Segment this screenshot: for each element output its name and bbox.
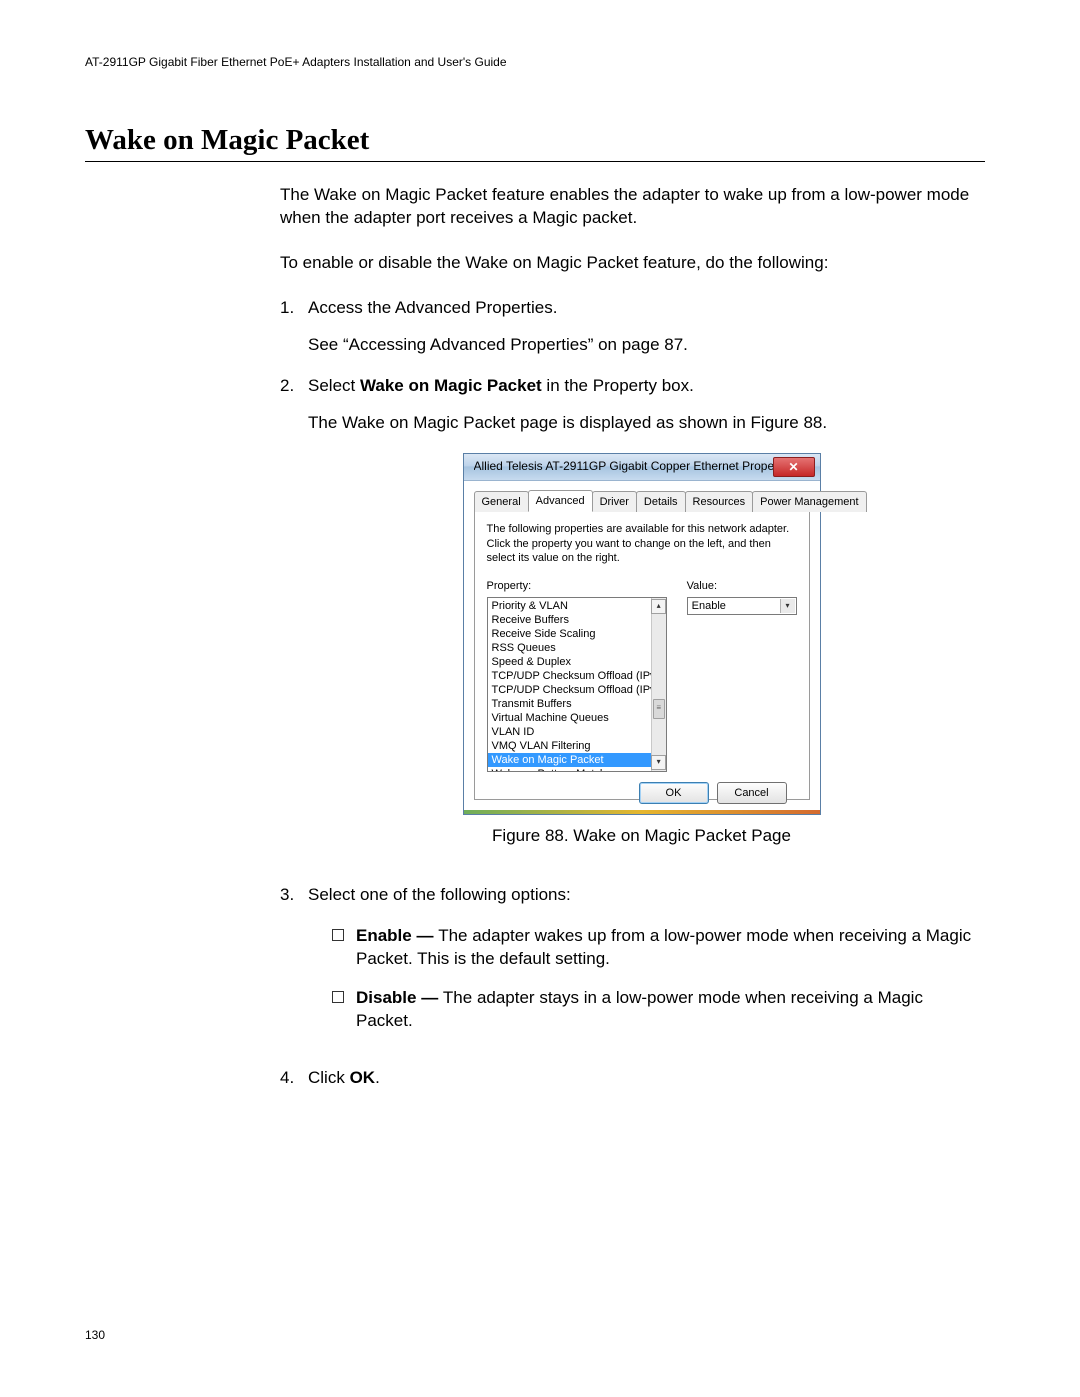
property-item[interactable]: TCP/UDP Checksum Offload (IPv6	[488, 683, 666, 697]
dialog-tabs: General Advanced Driver Details Resource…	[474, 489, 810, 513]
body: The Wake on Magic Packet feature enables…	[280, 184, 975, 1090]
value-label: Value:	[687, 579, 797, 594]
step-4-line-a: Click OK.	[308, 1067, 975, 1090]
property-item[interactable]: RSS Queues	[488, 641, 666, 655]
steps-list: 1. Access the Advanced Properties. See “…	[280, 297, 975, 1090]
property-label: Property:	[487, 579, 667, 594]
step-3: 3. Select one of the following options: …	[280, 884, 975, 1049]
property-item[interactable]: Transmit Buffers	[488, 697, 666, 711]
step-number: 2.	[280, 375, 308, 867]
properties-dialog: Allied Telesis AT-2911GP Gigabit Copper …	[463, 453, 821, 816]
value-selected: Enable	[692, 599, 726, 614]
step-1: 1. Access the Advanced Properties. See “…	[280, 297, 975, 357]
step-number: 1.	[280, 297, 308, 357]
property-item[interactable]: Speed & Duplex	[488, 655, 666, 669]
scroll-up-icon[interactable]: ▴	[651, 599, 666, 614]
value-select[interactable]: Enable ▾	[687, 597, 797, 615]
dialog-accent-strip	[464, 810, 820, 814]
step-2-line-a: Select Wake on Magic Packet in the Prope…	[308, 375, 975, 398]
option-disable: Disable — The adapter stays in a low-pow…	[332, 987, 975, 1033]
property-item[interactable]: Receive Side Scaling	[488, 627, 666, 641]
listbox-scrollbar[interactable]: ▴ ≡ ▾	[651, 598, 666, 771]
dialog-title: Allied Telesis AT-2911GP Gigabit Copper …	[474, 458, 773, 474]
figure-caption: Figure 88. Wake on Magic Packet Page	[308, 825, 975, 848]
dialog-description: The following properties are available f…	[487, 522, 797, 565]
intro-p1: The Wake on Magic Packet feature enables…	[280, 184, 975, 230]
scroll-down-icon[interactable]: ▾	[651, 755, 666, 770]
option-enable: Enable — The adapter wakes up from a low…	[332, 925, 975, 971]
tab-general[interactable]: General	[474, 491, 529, 513]
step-3-line-a: Select one of the following options:	[308, 884, 975, 907]
property-item[interactable]: VMQ VLAN Filtering	[488, 739, 666, 753]
cancel-button[interactable]: Cancel	[717, 782, 787, 804]
tab-details[interactable]: Details	[636, 491, 686, 513]
step-number: 3.	[280, 884, 308, 1049]
property-item[interactable]: Priority & VLAN	[488, 599, 666, 613]
step-1-line-a: Access the Advanced Properties.	[308, 297, 975, 320]
ok-button[interactable]: OK	[639, 782, 709, 804]
step-2: 2. Select Wake on Magic Packet in the Pr…	[280, 375, 975, 867]
page: AT-2911GP Gigabit Fiber Ethernet PoE+ Ad…	[0, 0, 1080, 1397]
step-2-line-b: The Wake on Magic Packet page is display…	[308, 412, 975, 435]
checkbox-icon	[332, 987, 356, 1033]
property-listbox[interactable]: Priority & VLANReceive BuffersReceive Si…	[487, 597, 667, 772]
page-title: Wake on Magic Packet	[85, 124, 985, 162]
close-icon[interactable]: ✕	[773, 457, 815, 477]
chevron-down-icon[interactable]: ▾	[780, 599, 795, 613]
property-item[interactable]: TCP/UDP Checksum Offload (IPv4	[488, 669, 666, 683]
property-item[interactable]: Wake on Pattern Match	[488, 767, 666, 772]
tab-content-advanced: The following properties are available f…	[474, 512, 810, 800]
tab-resources[interactable]: Resources	[685, 491, 754, 513]
property-item[interactable]: Virtual Machine Queues	[488, 711, 666, 725]
running-header: AT-2911GP Gigabit Fiber Ethernet PoE+ Ad…	[85, 55, 985, 69]
step-1-line-b: See “Accessing Advanced Properties” on p…	[308, 334, 975, 357]
step-4: 4. Click OK.	[280, 1067, 975, 1090]
page-number: 130	[85, 1328, 105, 1342]
property-item[interactable]: Wake on Magic Packet	[488, 753, 666, 767]
options-list: Enable — The adapter wakes up from a low…	[332, 925, 975, 1033]
property-item[interactable]: VLAN ID	[488, 725, 666, 739]
checkbox-icon	[332, 925, 356, 971]
tab-power[interactable]: Power Management	[752, 491, 866, 513]
tab-advanced[interactable]: Advanced	[528, 490, 593, 513]
scroll-thumb[interactable]: ≡	[653, 699, 665, 719]
tab-driver[interactable]: Driver	[592, 491, 637, 513]
step-number: 4.	[280, 1067, 308, 1090]
dialog-body: General Advanced Driver Details Resource…	[464, 481, 820, 811]
property-item[interactable]: Receive Buffers	[488, 613, 666, 627]
dialog-footer: OK Cancel	[487, 772, 797, 804]
intro-p2: To enable or disable the Wake on Magic P…	[280, 252, 975, 275]
scroll-track[interactable]: ≡	[652, 614, 666, 755]
dialog-titlebar: Allied Telesis AT-2911GP Gigabit Copper …	[464, 454, 820, 481]
figure-88: Allied Telesis AT-2911GP Gigabit Copper …	[308, 453, 975, 849]
